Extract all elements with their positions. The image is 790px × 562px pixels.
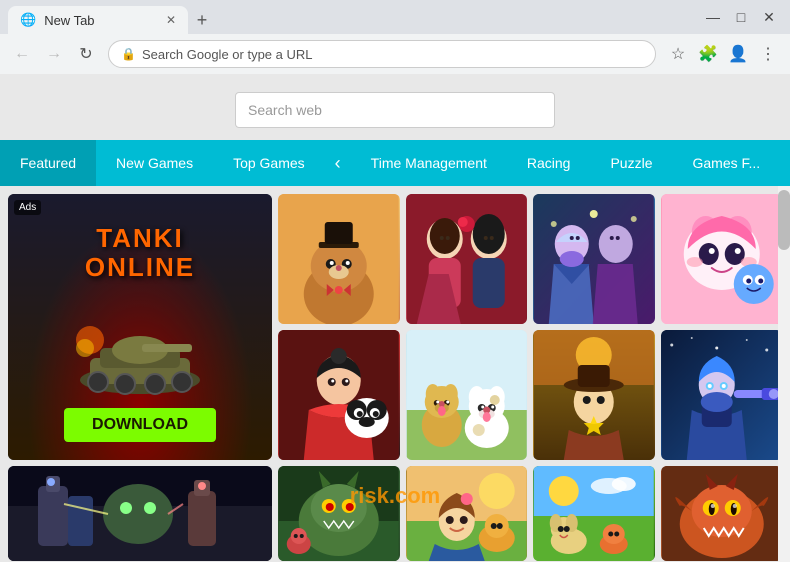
extensions-button[interactable]: 🧩: [694, 40, 722, 68]
category-nav: Featured New Games Top Games ‹ Time Mana…: [0, 140, 790, 186]
maximize-button[interactable]: □: [728, 4, 754, 30]
games-section: Ads TANKI ONLINE: [0, 186, 790, 562]
browser-tab[interactable]: 🌐 New Tab ✕: [8, 6, 188, 34]
address-bar[interactable]: 🔒 Search Google or type a URL: [108, 40, 656, 68]
back-button[interactable]: ←: [8, 40, 36, 68]
url-text: Search Google or type a URL: [142, 47, 313, 62]
search-area: Search web: [0, 74, 790, 140]
cat-featured[interactable]: Featured: [0, 140, 96, 186]
game-thumb-monsters[interactable]: [278, 466, 400, 561]
cat-top-games[interactable]: Top Games: [213, 140, 325, 186]
game-thumb-kawaii[interactable]: [661, 194, 783, 324]
game-thumb-panda[interactable]: [278, 330, 400, 460]
tab-close-button[interactable]: ✕: [166, 13, 176, 27]
tanki-title: TANKI ONLINE: [85, 224, 195, 281]
secure-icon: 🔒: [121, 47, 136, 61]
game-thumb-romance[interactable]: [406, 194, 528, 324]
scrollbar-thumb[interactable]: [778, 190, 790, 250]
tanki-tank-image: [70, 320, 210, 400]
cat-new-games[interactable]: New Games: [96, 140, 213, 186]
minimize-button[interactable]: —: [700, 4, 726, 30]
featured-game-thumb[interactable]: Ads TANKI ONLINE: [8, 194, 272, 460]
omnibar-row: ← → ↻ 🔒 Search Google or type a URL ☆ 🧩 …: [0, 34, 790, 74]
game-thumb-shooter[interactable]: [8, 466, 272, 561]
cat-puzzle[interactable]: Puzzle: [590, 140, 672, 186]
game-thumb-fantasy[interactable]: [533, 194, 655, 324]
new-tab-button[interactable]: +: [188, 6, 216, 34]
scrollbar[interactable]: [778, 186, 790, 562]
game-thumb-creature[interactable]: [661, 466, 783, 561]
menu-button[interactable]: ⋮: [754, 40, 782, 68]
forward-button[interactable]: →: [40, 40, 68, 68]
bookmark-button[interactable]: ☆: [664, 40, 692, 68]
cat-more[interactable]: Games F...: [673, 140, 781, 186]
game-thumb-orange-cat[interactable]: [278, 194, 400, 324]
close-button[interactable]: ✕: [756, 4, 782, 30]
profile-button[interactable]: 👤: [724, 40, 752, 68]
game-thumb-dogs[interactable]: [406, 330, 528, 460]
page-content: Search web Featured New Games Top Games …: [0, 74, 790, 562]
game-thumb-adventure[interactable]: [406, 466, 528, 561]
cat-prev-arrow[interactable]: ‹: [325, 140, 351, 186]
search-placeholder: Search web: [248, 102, 322, 118]
search-box[interactable]: Search web: [235, 92, 555, 128]
game-thumb-scifi[interactable]: [661, 330, 783, 460]
refresh-button[interactable]: ↻: [72, 40, 100, 68]
browser-title-bar: 🌐 New Tab ✕ + — □ ✕: [0, 0, 790, 34]
tab-title: New Tab: [44, 13, 94, 28]
ads-badge: Ads: [14, 200, 41, 215]
cat-racing[interactable]: Racing: [507, 140, 591, 186]
download-button[interactable]: DOWNLOAD: [64, 408, 216, 442]
game-thumb-farm[interactable]: [533, 466, 655, 561]
game-thumb-western[interactable]: [533, 330, 655, 460]
cat-time-management[interactable]: Time Management: [351, 140, 507, 186]
